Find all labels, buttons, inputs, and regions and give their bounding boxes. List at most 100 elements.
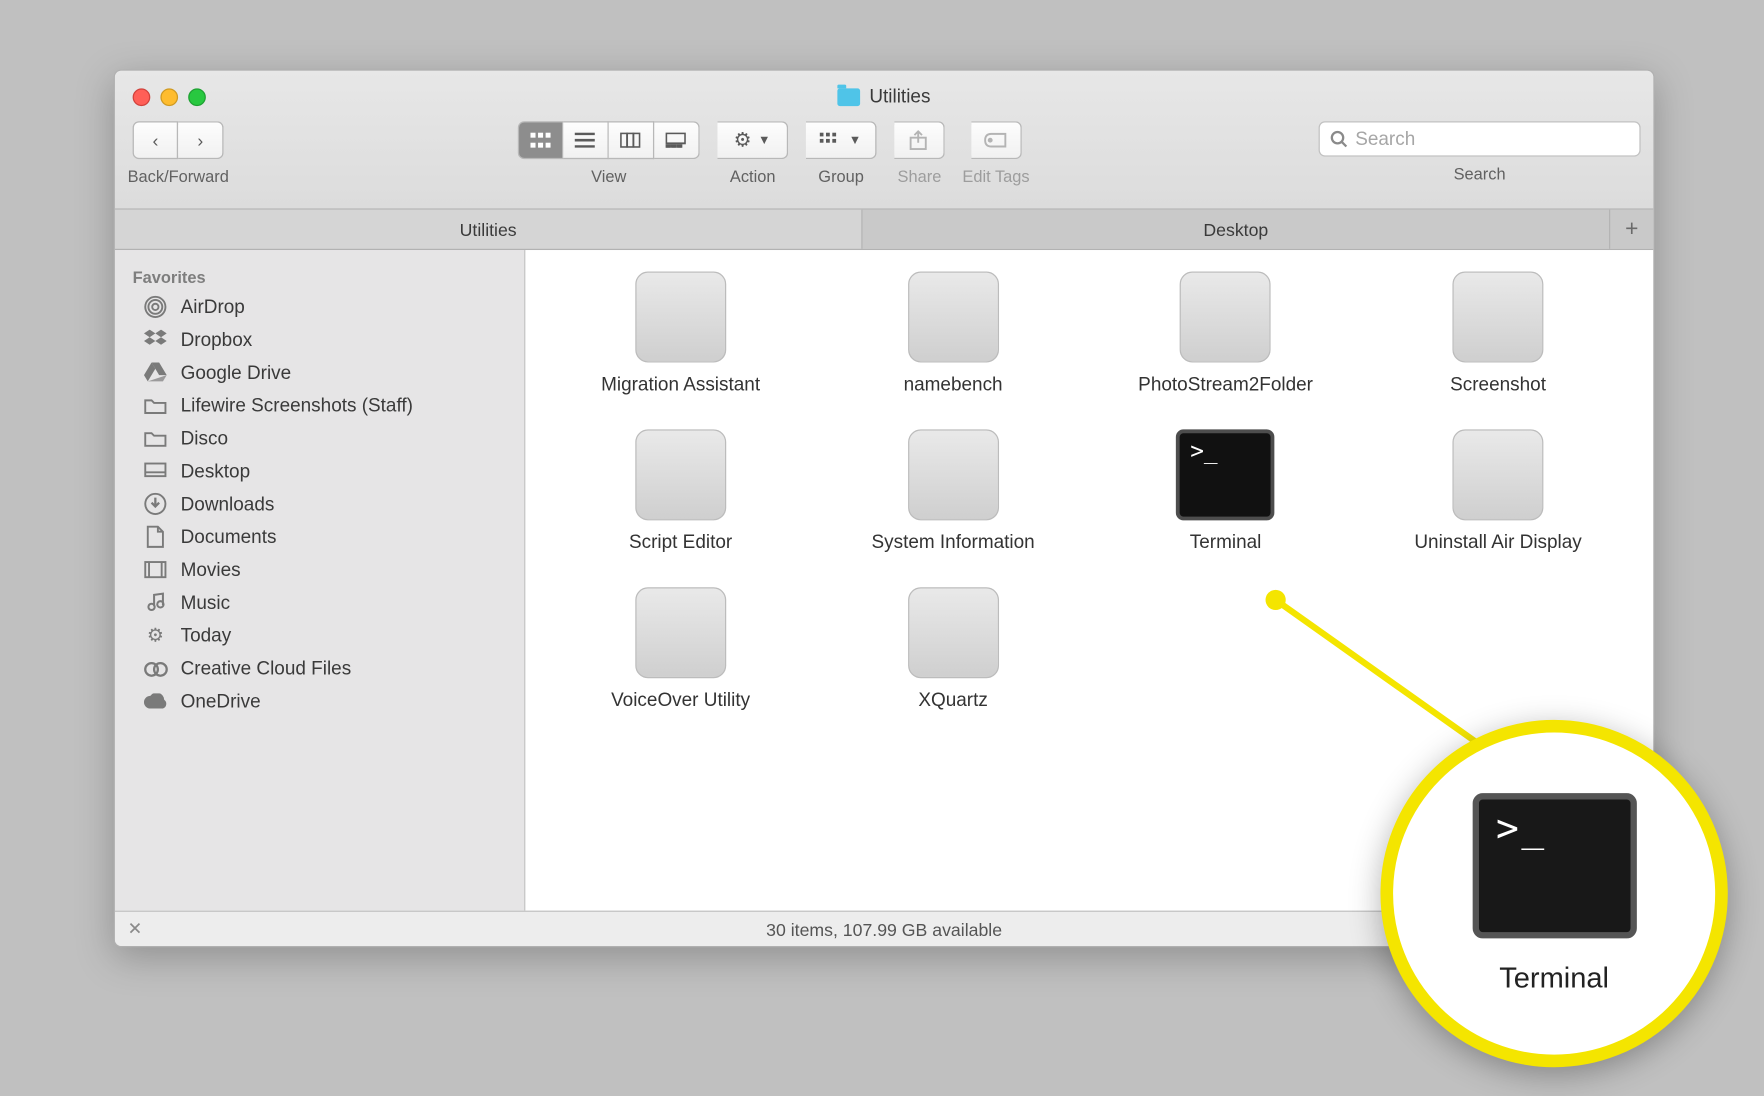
view-group: View [518,121,700,185]
airdrop-icon [143,294,168,319]
app-icon [629,423,733,527]
search-label: Search [1454,164,1506,183]
sidebar-item-onedrive[interactable]: OneDrive [115,685,524,718]
tab-desktop[interactable]: Desktop [863,210,1611,249]
app-name: XQuartz [918,689,988,713]
cloud-icon [143,688,168,713]
tab-utilities[interactable]: Utilities [115,210,863,249]
path-bar-toggle-icon[interactable]: ✕ [128,918,143,939]
app-icon [1446,423,1550,527]
tag-icon [984,133,1007,148]
app-item[interactable]: Uninstall Air Display [1368,415,1628,562]
gallery-view-button[interactable] [654,121,699,159]
sidebar-item-dropbox[interactable]: Dropbox [115,323,524,356]
app-item[interactable]: Screenshot [1368,258,1628,405]
search-input[interactable] [1355,128,1629,149]
grid-icon [820,133,843,148]
creative-cloud-icon [143,655,168,680]
search-field[interactable] [1319,121,1641,156]
app-name: VoiceOver Utility [611,689,750,713]
sidebar-item-label: Google Drive [181,362,292,383]
back-button[interactable]: ‹ [133,121,178,159]
new-tab-button[interactable]: + [1610,210,1653,249]
sidebar-item-airdrop[interactable]: AirDrop [115,290,524,323]
group-group: ▼ Group [806,121,877,185]
app-icon [1174,265,1278,369]
app-item[interactable]: namebench [823,258,1083,405]
icon-view-button[interactable] [518,121,563,159]
window-title-text: Utilities [869,86,930,107]
search-group: Search [1319,121,1641,183]
sidebar-item-desktop[interactable]: Desktop [115,455,524,488]
app-name: Uninstall Air Display [1414,531,1581,555]
view-label: View [591,167,626,186]
sidebar-item-documents[interactable]: Documents [115,520,524,553]
sidebar-item-disco[interactable]: Disco [115,422,524,455]
list-view-button[interactable] [563,121,608,159]
downloads-icon [143,491,168,516]
app-name: Migration Assistant [601,374,760,398]
app-name: System Information [871,531,1034,555]
app-item[interactable]: PhotoStream2Folder [1096,258,1356,405]
app-name: Terminal [1190,531,1262,555]
toolbar: ‹ › Back/Forward [128,121,1641,203]
gear-icon: ⚙ [143,623,168,648]
tab-label: Desktop [1203,219,1268,239]
desktop-icon [143,458,168,483]
app-item[interactable]: System Information [823,415,1083,562]
utilities-folder-icon [838,88,861,106]
action-label: Action [730,167,776,186]
app-icon [901,423,1005,527]
app-name: namebench [904,374,1003,398]
sidebar-item-label: Movies [181,559,241,580]
status-text: 30 items, 107.99 GB available [766,919,1002,939]
forward-button[interactable]: › [178,121,223,159]
callout-label: Terminal [1499,961,1609,995]
sidebar-item-today[interactable]: ⚙ Today [115,619,524,652]
share-label: Share [898,167,942,186]
music-icon [143,590,168,615]
sidebar-item-music[interactable]: Music [115,586,524,619]
app-icon [901,265,1005,369]
terminal-icon [1472,793,1636,938]
titlebar: Utilities ‹ › Back/Forward [115,71,1653,210]
action-button[interactable]: ⚙ ▼ [717,121,788,159]
sidebar-item-label: Creative Cloud Files [181,657,352,678]
app-item[interactable]: Migration Assistant [551,258,811,405]
terminal-icon [1174,423,1278,527]
window-title: Utilities [115,86,1653,107]
tags-label: Edit Tags [962,167,1029,186]
app-name: PhotoStream2Folder [1138,374,1313,398]
dropbox-icon [143,327,168,352]
edit-tags-button[interactable] [971,121,1022,159]
column-view-button[interactable] [609,121,654,159]
sidebar-item-lifewire[interactable]: Lifewire Screenshots (Staff) [115,389,524,422]
sidebar-item-cc-files[interactable]: Creative Cloud Files [115,652,524,685]
action-group: ⚙ ▼ Action [717,121,788,185]
share-button[interactable] [894,121,945,159]
group-label: Group [818,167,864,186]
sidebar-item-label: AirDrop [181,296,245,317]
sidebar: Favorites AirDrop Dropbox Google Drive L… [115,250,525,911]
app-item[interactable]: VoiceOver Utility [551,573,811,720]
sidebar-item-google-drive[interactable]: Google Drive [115,356,524,389]
documents-icon [143,524,168,549]
app-icon [629,580,733,684]
app-icon [1446,265,1550,369]
app-item[interactable]: XQuartz [823,573,1083,720]
sidebar-item-label: OneDrive [181,690,261,711]
gear-icon: ⚙ [734,128,752,153]
app-icon [629,265,733,369]
group-button[interactable]: ▼ [806,121,877,159]
app-icon [901,580,1005,684]
back-forward-group: ‹ › Back/Forward [128,121,229,185]
app-item[interactable]: Script Editor [551,415,811,562]
sidebar-item-label: Dropbox [181,329,253,350]
app-item[interactable]: Terminal [1096,415,1356,562]
sidebar-item-downloads[interactable]: Downloads [115,488,524,521]
sidebar-item-movies[interactable]: Movies [115,553,524,586]
tab-label: Utilities [460,219,517,239]
sidebar-item-label: Documents [181,526,277,547]
app-name: Script Editor [629,531,732,555]
chevron-down-icon: ▼ [849,133,862,147]
